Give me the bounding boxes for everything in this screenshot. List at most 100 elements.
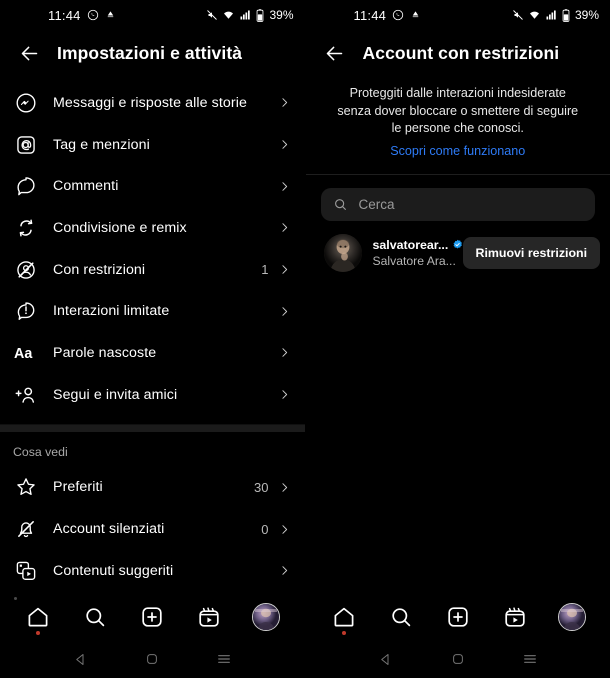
section-title-cosa-vedi: Cosa vedi bbox=[13, 444, 68, 459]
settings-row-preferiti[interactable]: Preferiti 30 bbox=[0, 467, 305, 509]
back-arrow-icon bbox=[326, 46, 343, 60]
profile-avatar-icon bbox=[252, 602, 280, 631]
settings-row-parole-nascoste[interactable]: Aa Parole nascoste bbox=[0, 332, 305, 374]
tab-search[interactable] bbox=[380, 596, 422, 638]
settings-row-label: Commenti bbox=[53, 178, 119, 195]
at-mention-icon bbox=[13, 132, 39, 158]
verified-badge-icon bbox=[452, 239, 463, 250]
chevron-right-icon bbox=[278, 263, 291, 276]
right-header: Account con restrizioni bbox=[306, 30, 610, 76]
chevron-right-icon bbox=[278, 221, 291, 234]
home-square-icon[interactable] bbox=[137, 644, 167, 674]
back-arrow-icon bbox=[21, 46, 37, 60]
settings-row-label: Parole nascoste bbox=[53, 344, 157, 361]
tab-create[interactable] bbox=[437, 596, 479, 638]
settings-row-condivisione-remix[interactable]: Condivisione e remix bbox=[0, 207, 305, 249]
search-box[interactable] bbox=[320, 187, 595, 221]
tab-bar-left bbox=[0, 593, 305, 640]
limited-icon bbox=[13, 298, 39, 324]
home-square-icon[interactable] bbox=[443, 644, 473, 674]
learn-more-link[interactable]: Scopri come funzionano bbox=[390, 144, 525, 158]
status-bar-right: 11:44 39% bbox=[306, 0, 610, 30]
avatar[interactable] bbox=[323, 233, 362, 272]
settings-row-commenti[interactable]: Commenti bbox=[0, 165, 305, 207]
recents-menu-icon[interactable] bbox=[209, 644, 239, 674]
intro-line-3: le persone che conosci. bbox=[391, 121, 524, 135]
status-bar-left-group: 11:44 bbox=[48, 8, 116, 23]
back-button-right[interactable] bbox=[318, 36, 352, 70]
tab-search[interactable] bbox=[74, 596, 116, 638]
chevron-right-icon bbox=[278, 481, 291, 494]
battery-icon bbox=[256, 8, 264, 22]
svg-text:Aa: Aa bbox=[14, 346, 33, 362]
tab-home[interactable] bbox=[17, 596, 59, 638]
status-bar-right-group: 39% bbox=[512, 0, 599, 30]
intro-block: Proteggiti dalle interazioni indesiderat… bbox=[306, 76, 610, 160]
alarm-icon bbox=[410, 10, 421, 21]
settings-row-label: Preferiti bbox=[53, 479, 103, 496]
back-triangle-icon[interactable] bbox=[371, 644, 401, 674]
settings-row-messaggi[interactable]: Messaggi e risposte alle storie bbox=[0, 82, 305, 124]
chevron-right-icon bbox=[278, 388, 291, 401]
remove-restriction-button[interactable]: Rimuovi restrizioni bbox=[462, 236, 601, 269]
star-icon bbox=[13, 474, 39, 500]
restricted-account-row[interactable]: salvatorear... Salvatore Ara... Rimuovi … bbox=[306, 221, 610, 272]
settings-row-label: Con restrizioni bbox=[53, 261, 146, 278]
battery-percent: 39% bbox=[574, 8, 599, 22]
username: salvatorear... bbox=[372, 237, 449, 252]
settings-row-count: 1 bbox=[261, 262, 269, 278]
tab-reels[interactable] bbox=[494, 596, 536, 638]
settings-row-account-silenziati[interactable]: Account silenziati 0 bbox=[0, 508, 305, 550]
whatsapp-icon bbox=[87, 9, 99, 21]
status-time: 11:44 bbox=[353, 7, 387, 23]
settings-row-interazioni-limitate[interactable]: Interazioni limitate bbox=[0, 290, 305, 332]
right-panel-restricted-accounts: 11:44 39% Account con restrizioni Proteg… bbox=[304, 0, 610, 678]
restricted-icon bbox=[13, 257, 39, 283]
search-wrap bbox=[306, 175, 610, 221]
settings-row-label: Segui e invita amici bbox=[53, 386, 178, 403]
chevron-right-icon bbox=[278, 305, 291, 318]
comment-icon bbox=[13, 173, 39, 199]
settings-list: Messaggi e risposte alle storie Tag e me… bbox=[0, 76, 305, 592]
status-time: 11:44 bbox=[48, 7, 81, 23]
whatsapp-icon bbox=[392, 9, 404, 21]
settings-row-con-restrizioni[interactable]: Con restrizioni 1 bbox=[0, 249, 305, 291]
tab-bar-right bbox=[306, 593, 610, 640]
battery-percent: 39% bbox=[269, 8, 294, 22]
wifi-icon bbox=[222, 9, 235, 21]
profile-avatar-icon bbox=[557, 602, 586, 631]
tab-profile[interactable] bbox=[245, 596, 287, 638]
settings-row-contenuti-suggeriti[interactable]: Contenuti suggeriti bbox=[0, 550, 305, 592]
settings-row-tag-menzioni[interactable]: Tag e menzioni bbox=[0, 124, 305, 166]
tab-create[interactable] bbox=[131, 596, 173, 638]
chevron-right-icon bbox=[278, 523, 291, 536]
search-input[interactable] bbox=[358, 196, 583, 212]
tab-home[interactable] bbox=[323, 596, 365, 638]
settings-row-count: 0 bbox=[261, 521, 269, 537]
battery-icon bbox=[562, 8, 570, 22]
tab-profile[interactable] bbox=[551, 596, 593, 638]
left-panel-settings: 11:44 39% Impostazioni e attività Messag… bbox=[0, 0, 305, 678]
recents-menu-icon[interactable] bbox=[515, 644, 545, 674]
settings-row-label: Tag e menzioni bbox=[53, 136, 150, 153]
signal-icon bbox=[545, 9, 558, 21]
messenger-icon bbox=[13, 90, 39, 116]
screen-root: 11:44 39% Impostazioni e attività Messag… bbox=[0, 0, 610, 678]
wifi-icon bbox=[528, 9, 541, 21]
tab-reels[interactable] bbox=[188, 596, 230, 638]
alarm-icon bbox=[105, 10, 116, 21]
mute-bell-icon bbox=[13, 516, 39, 542]
settings-row-label: Messaggi e risposte alle storie bbox=[53, 94, 247, 111]
user-meta: salvatorear... Salvatore Ara... bbox=[373, 238, 463, 268]
chevron-right-icon bbox=[278, 564, 291, 577]
back-button-left[interactable] bbox=[12, 36, 46, 70]
settings-row-label: Interazioni limitate bbox=[53, 303, 170, 320]
intro-line-1: Proteggiti dalle interazioni indesiderat… bbox=[349, 86, 566, 100]
mute-icon bbox=[512, 9, 524, 21]
share-remix-icon bbox=[13, 215, 39, 241]
back-triangle-icon[interactable] bbox=[65, 644, 95, 674]
settings-row-count: 30 bbox=[254, 479, 269, 495]
settings-row-segui-invita-amici[interactable]: Segui e invita amici bbox=[0, 374, 305, 416]
settings-row-label: Contenuti suggeriti bbox=[53, 562, 174, 579]
signal-icon bbox=[239, 9, 252, 21]
